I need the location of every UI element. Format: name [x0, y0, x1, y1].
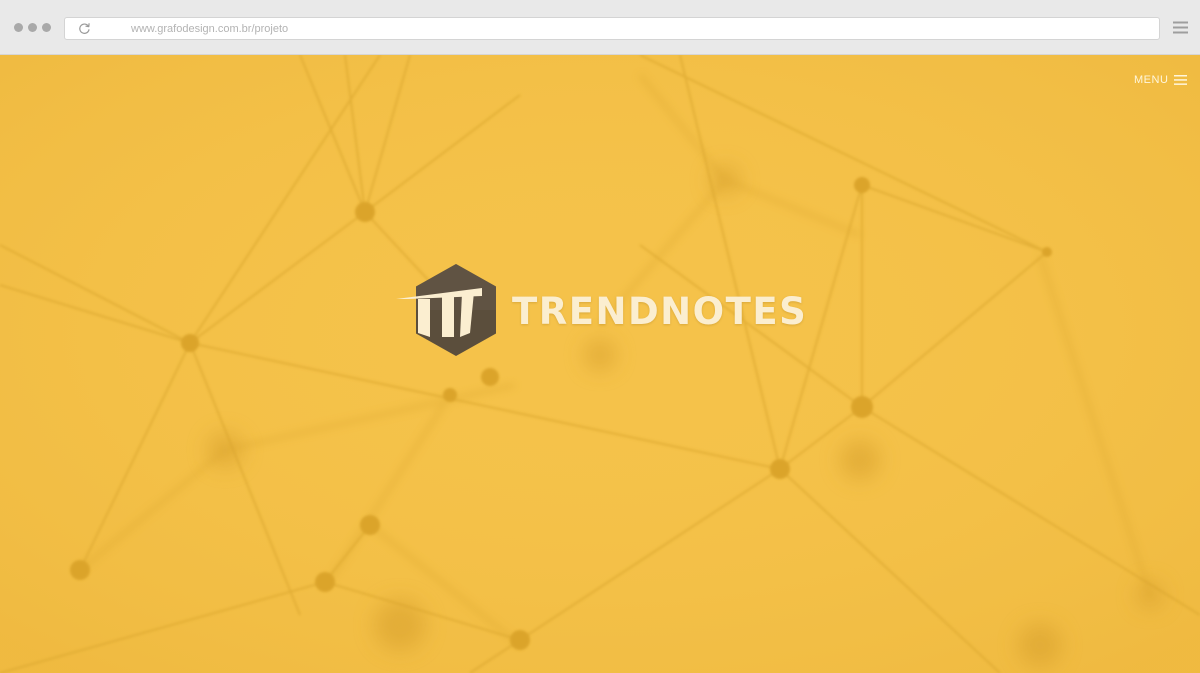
hamburger-menu-icon	[1174, 75, 1188, 85]
hamburger-menu-icon[interactable]	[1173, 21, 1188, 34]
browser-toolbar: www.grafodesign.com.br/projeto	[0, 0, 1200, 55]
reload-icon[interactable]	[78, 22, 91, 35]
url-text[interactable]: www.grafodesign.com.br/projeto	[131, 22, 288, 36]
brand-name: TRENDNOTES	[512, 290, 808, 333]
site-menu-button[interactable]: MENU	[1134, 73, 1188, 87]
network-background-image	[0, 55, 1200, 673]
site-menu-label: MENU	[1134, 74, 1169, 86]
window-maximize-dot[interactable]	[42, 23, 51, 32]
window-close-dot[interactable]	[14, 23, 23, 32]
window-controls	[14, 23, 51, 32]
address-bar[interactable]: www.grafodesign.com.br/projeto	[64, 17, 1160, 40]
browser-window: www.grafodesign.com.br/projeto MENU TREN…	[0, 0, 1200, 673]
page-viewport: MENU TRENDNOTES	[0, 55, 1200, 673]
window-minimize-dot[interactable]	[28, 23, 37, 32]
trendnotes-logo-icon	[396, 264, 496, 356]
